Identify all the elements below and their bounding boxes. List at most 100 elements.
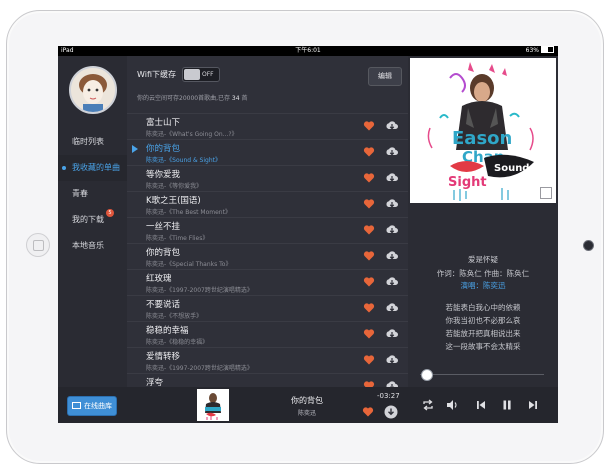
sidebar-item-local-music[interactable]: 本地音乐 bbox=[58, 233, 127, 259]
song-row[interactable]: 爱情转移 陈奕迅-《1997-2007跨世纪演唱精选》 bbox=[127, 347, 408, 374]
repeat-icon[interactable] bbox=[421, 398, 435, 412]
download-icon[interactable] bbox=[385, 223, 399, 237]
song-subtitle: 陈奕迅-《The Best Moment》 bbox=[146, 209, 231, 216]
lyric-line: 你我当初也不必那么哀 bbox=[445, 316, 521, 325]
song-row[interactable]: 浮夸陈奕迅-《U 87》 bbox=[127, 373, 408, 387]
app-screen: iPad 下午6:01 63% 临时列表 我收藏的单曲 青春 我的下载 5 本地音… bbox=[58, 46, 558, 423]
cloud-song-count: 34 bbox=[231, 95, 240, 102]
next-track-icon[interactable] bbox=[526, 398, 540, 412]
mini-album-art[interactable] bbox=[197, 389, 229, 421]
online-library-label: 在线曲库 bbox=[84, 402, 112, 410]
download-icon[interactable] bbox=[384, 405, 398, 419]
sidebar-item-youth[interactable]: 青春 bbox=[58, 181, 127, 207]
song-row[interactable]: K歌之王(国语) 陈奕迅-《The Best Moment》 bbox=[127, 191, 408, 218]
favorite-heart-icon[interactable] bbox=[363, 380, 375, 387]
download-count-badge: 5 bbox=[106, 209, 114, 217]
wifi-cache-toggle[interactable]: OFF bbox=[182, 67, 220, 82]
remaining-time: -03:27 bbox=[377, 392, 400, 400]
song-title: 你的背包 bbox=[146, 248, 181, 258]
avatar[interactable] bbox=[69, 66, 117, 114]
volume-icon[interactable] bbox=[445, 398, 459, 412]
song-title: 爱情转移 bbox=[146, 352, 181, 362]
favorite-heart-icon[interactable] bbox=[363, 224, 375, 236]
favorite-heart-icon[interactable] bbox=[363, 302, 375, 314]
front-camera bbox=[583, 240, 594, 251]
now-playing-panel: Eason Chan Sound Sight 爱是怀疑 作词：陈奂仁 作曲：陈奂… bbox=[408, 56, 558, 387]
cloud-storage-text: 你的云空间可存20000首歌曲,已存 bbox=[137, 95, 230, 102]
song-row[interactable]: 不要说话陈奕迅-《不想放手》 bbox=[127, 295, 408, 322]
home-button[interactable] bbox=[26, 233, 50, 257]
favorite-heart-icon[interactable] bbox=[363, 198, 375, 210]
album-art: Eason Chan Sound Sight bbox=[410, 58, 556, 203]
song-title: 等你爱我 bbox=[146, 170, 181, 180]
cloud-storage-info: 你的云空间可存20000首歌曲,已存 34 首 bbox=[137, 93, 248, 102]
toggle-knob bbox=[184, 69, 200, 80]
library-icon bbox=[72, 402, 81, 409]
album-art-sight-text: Sight bbox=[448, 175, 487, 190]
album-art-sound-text: Sound bbox=[494, 163, 529, 174]
download-icon[interactable] bbox=[385, 379, 399, 387]
song-subtitle: 陈奕迅-《Sound & Sight》 bbox=[146, 157, 221, 164]
song-title: 红玫瑰 bbox=[146, 274, 172, 284]
lyric-line: 这一段故事不会太精采 bbox=[445, 342, 521, 351]
song-row[interactable]: 一丝不挂 陈奕迅-《Time Flies》 bbox=[127, 217, 408, 244]
now-playing-artist: 陈奕迅 bbox=[297, 410, 316, 417]
song-subtitle: 陈奕迅-《不想放手》 bbox=[146, 313, 203, 320]
song-row[interactable]: 稳稳的幸福 陈奕迅-《稳稳的幸福》 bbox=[127, 321, 408, 348]
sidebar-item-label: 临时列表 bbox=[72, 137, 104, 146]
cloud-count-unit: 首 bbox=[241, 95, 248, 102]
lyric-song-title: 爱是怀疑 bbox=[468, 255, 498, 264]
active-dot-icon bbox=[62, 166, 66, 170]
favorite-heart-icon[interactable] bbox=[362, 406, 374, 418]
download-icon[interactable] bbox=[385, 301, 399, 315]
avatar-cartoon-icon bbox=[71, 68, 115, 112]
download-icon[interactable] bbox=[385, 119, 399, 133]
progress-thumb[interactable] bbox=[421, 369, 434, 381]
lyric-credits: 作词：陈奂仁 作曲：陈奂仁 bbox=[436, 269, 530, 278]
battery-percent: 63% bbox=[525, 47, 539, 54]
online-library-button[interactable]: 在线曲库 bbox=[67, 396, 117, 416]
lyric-singer: 演唱：陈奕迅 bbox=[460, 281, 506, 290]
sidebar-item-label: 我的下载 bbox=[72, 215, 104, 224]
edit-button[interactable]: 编辑 bbox=[368, 67, 402, 86]
battery-icon bbox=[541, 46, 554, 53]
song-subtitle: 陈奕迅-《Special Thanks To》 bbox=[146, 261, 232, 268]
song-row[interactable]: 红玫瑰陈奕迅-《1997-2007跨世纪演唱精选》 bbox=[127, 269, 408, 296]
favorite-heart-icon[interactable] bbox=[363, 146, 375, 158]
song-title: K歌之王(国语) bbox=[146, 196, 201, 206]
favorite-heart-icon[interactable] bbox=[363, 172, 375, 184]
sidebar-item-temp-list[interactable]: 临时列表 bbox=[58, 129, 127, 155]
previous-track-icon[interactable] bbox=[474, 398, 488, 412]
song-subtitle: 陈奕迅-《1997-2007跨世纪演唱精选》 bbox=[146, 287, 253, 294]
download-icon[interactable] bbox=[385, 145, 399, 159]
favorite-heart-icon[interactable] bbox=[363, 276, 375, 288]
now-playing-title: 你的背包 bbox=[291, 396, 323, 405]
status-time: 下午6:01 bbox=[295, 47, 321, 54]
download-icon[interactable] bbox=[385, 197, 399, 211]
favorite-heart-icon[interactable] bbox=[363, 354, 375, 366]
sidebar-item-downloads[interactable]: 我的下载 5 bbox=[58, 207, 127, 233]
sidebar-item-label: 青春 bbox=[72, 189, 88, 198]
download-icon[interactable] bbox=[385, 327, 399, 341]
favorite-heart-icon[interactable] bbox=[363, 120, 375, 132]
song-row[interactable]: 等你爱我 陈奕迅-《等你爱我》 bbox=[127, 165, 408, 192]
favorite-heart-icon[interactable] bbox=[363, 250, 375, 262]
song-title: 你的背包 bbox=[146, 144, 181, 154]
song-row[interactable]: 富士山下 陈奕迅-《What's Going On...?》 bbox=[127, 113, 408, 140]
song-row[interactable]: 你的背包陈奕迅-《Sound & Sight》 bbox=[127, 139, 408, 166]
song-title: 富士山下 bbox=[146, 118, 181, 128]
song-row[interactable]: 你的背包陈奕迅-《Special Thanks To》 bbox=[127, 243, 408, 270]
download-icon[interactable] bbox=[385, 275, 399, 289]
fullscreen-icon[interactable] bbox=[540, 187, 552, 199]
favorite-heart-icon[interactable] bbox=[363, 328, 375, 340]
pause-icon[interactable] bbox=[500, 398, 514, 412]
song-subtitle: 陈奕迅-《稳稳的幸福》 bbox=[146, 339, 209, 346]
playback-progress-bar[interactable] bbox=[420, 369, 544, 381]
sidebar-item-label: 我收藏的单曲 bbox=[72, 163, 120, 172]
download-icon[interactable] bbox=[385, 249, 399, 263]
sidebar-item-favorites[interactable]: 我收藏的单曲 bbox=[58, 155, 127, 181]
download-icon[interactable] bbox=[385, 171, 399, 185]
download-icon[interactable] bbox=[385, 353, 399, 367]
song-title: 不要说话 bbox=[146, 300, 181, 310]
album-art-image: Eason Chan Sound Sight bbox=[410, 58, 556, 203]
